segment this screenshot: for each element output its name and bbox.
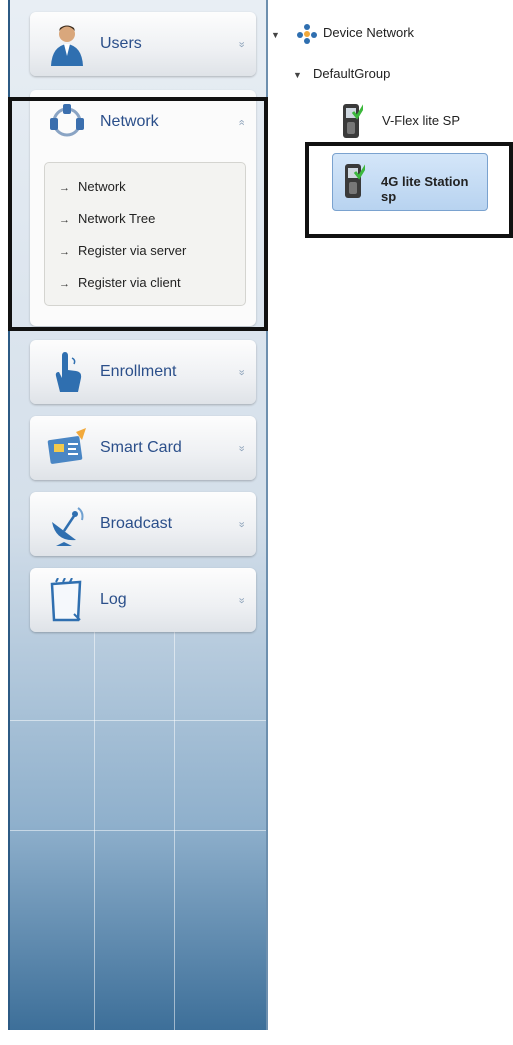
chevron-up-icon[interactable]: « bbox=[235, 119, 247, 124]
menu-users-label: Users bbox=[100, 35, 142, 52]
menu-log-label: Log bbox=[100, 591, 127, 608]
submenu-item-label: Register via server bbox=[78, 243, 187, 258]
menu-network-panel: Network « → Network → Network Tree → Regist… bbox=[30, 90, 256, 326]
menu-enrollment[interactable]: Enrollment » bbox=[30, 340, 256, 404]
menu-smart-card-label: Smart Card bbox=[100, 439, 182, 456]
menu-log[interactable]: Log » bbox=[30, 568, 256, 632]
sidebar: Users » Network « → Network → Network Tree bbox=[8, 0, 268, 1030]
sidebar-grid-line bbox=[174, 620, 175, 1030]
network-icon bbox=[50, 104, 84, 137]
tree-group-label[interactable]: DefaultGroup bbox=[313, 66, 390, 81]
submenu-item-network[interactable]: → Network bbox=[59, 179, 126, 194]
arrow-right-icon: → bbox=[59, 214, 70, 226]
chevron-down-icon[interactable]: » bbox=[235, 597, 247, 602]
chevron-down-icon[interactable]: » bbox=[235, 41, 247, 46]
menu-broadcast[interactable]: Broadcast » bbox=[30, 492, 256, 556]
tree-root-label[interactable]: Device Network bbox=[323, 25, 414, 40]
tree-device-node-selected[interactable]: 4G lite Station sp bbox=[332, 153, 488, 211]
tree-device-label: V-Flex lite SP bbox=[382, 113, 461, 128]
hand-pointer-icon bbox=[55, 352, 82, 392]
tree-device-node[interactable]: V-Flex lite SP bbox=[338, 100, 468, 144]
sidebar-grid-line bbox=[94, 620, 95, 1030]
network-submenu: → Network → Network Tree → Register via ser… bbox=[44, 162, 246, 306]
submenu-item-label: Register via client bbox=[78, 275, 181, 290]
sidebar-grid-line bbox=[10, 830, 266, 831]
sidebar-grid-line bbox=[10, 720, 266, 721]
notepad-icon bbox=[50, 578, 82, 622]
device-network-icon bbox=[297, 24, 317, 44]
fingerprint-device-icon bbox=[345, 164, 365, 198]
satellite-dish-icon bbox=[52, 507, 84, 546]
chevron-down-icon[interactable]: » bbox=[235, 445, 247, 450]
submenu-item-label: Network Tree bbox=[78, 211, 156, 226]
arrow-right-icon: → bbox=[59, 182, 70, 194]
menu-users[interactable]: Users » bbox=[30, 12, 256, 76]
arrow-right-icon: → bbox=[59, 246, 70, 258]
submenu-item-network-tree[interactable]: → Network Tree bbox=[59, 211, 155, 226]
tree-root-toggle[interactable]: ▼ bbox=[271, 30, 280, 40]
tree-device-label: 4G lite Station sp bbox=[381, 174, 469, 204]
tree-group-toggle[interactable]: ▼ bbox=[293, 70, 302, 80]
menu-enrollment-label: Enrollment bbox=[100, 363, 177, 380]
menu-network[interactable]: Network « bbox=[30, 90, 256, 154]
menu-smart-card[interactable]: Smart Card » bbox=[30, 416, 256, 480]
menu-network-label: Network bbox=[100, 113, 159, 130]
submenu-item-register-via-server[interactable]: → Register via server bbox=[59, 243, 186, 258]
chevron-down-icon[interactable]: » bbox=[235, 369, 247, 374]
chevron-down-icon[interactable]: » bbox=[235, 521, 247, 526]
submenu-item-label: Network bbox=[78, 179, 126, 194]
submenu-item-register-via-client[interactable]: → Register via client bbox=[59, 275, 181, 290]
user-icon bbox=[51, 25, 83, 66]
arrow-right-icon: → bbox=[59, 278, 70, 290]
smart-card-icon bbox=[47, 428, 86, 464]
fingerprint-device-icon bbox=[343, 104, 363, 138]
menu-broadcast-label: Broadcast bbox=[100, 515, 173, 532]
